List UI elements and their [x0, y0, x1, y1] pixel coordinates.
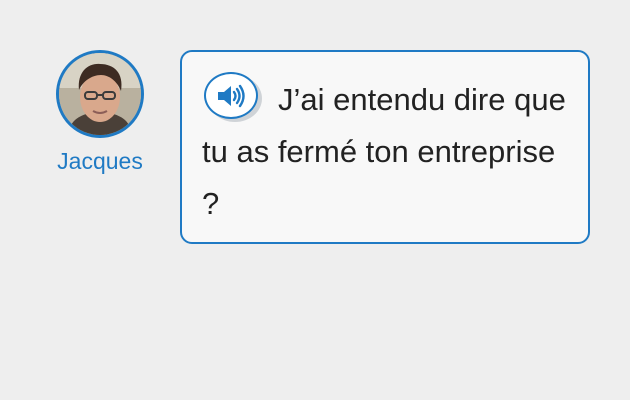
avatar — [56, 50, 144, 138]
speech-bubble: J’ai entendu dire que tu as fermé ton en… — [180, 50, 590, 244]
speaker-name: Jacques — [57, 148, 143, 174]
audio-play-button[interactable] — [204, 72, 258, 119]
avatar-photo — [59, 53, 141, 135]
speaker-icon — [218, 84, 245, 108]
